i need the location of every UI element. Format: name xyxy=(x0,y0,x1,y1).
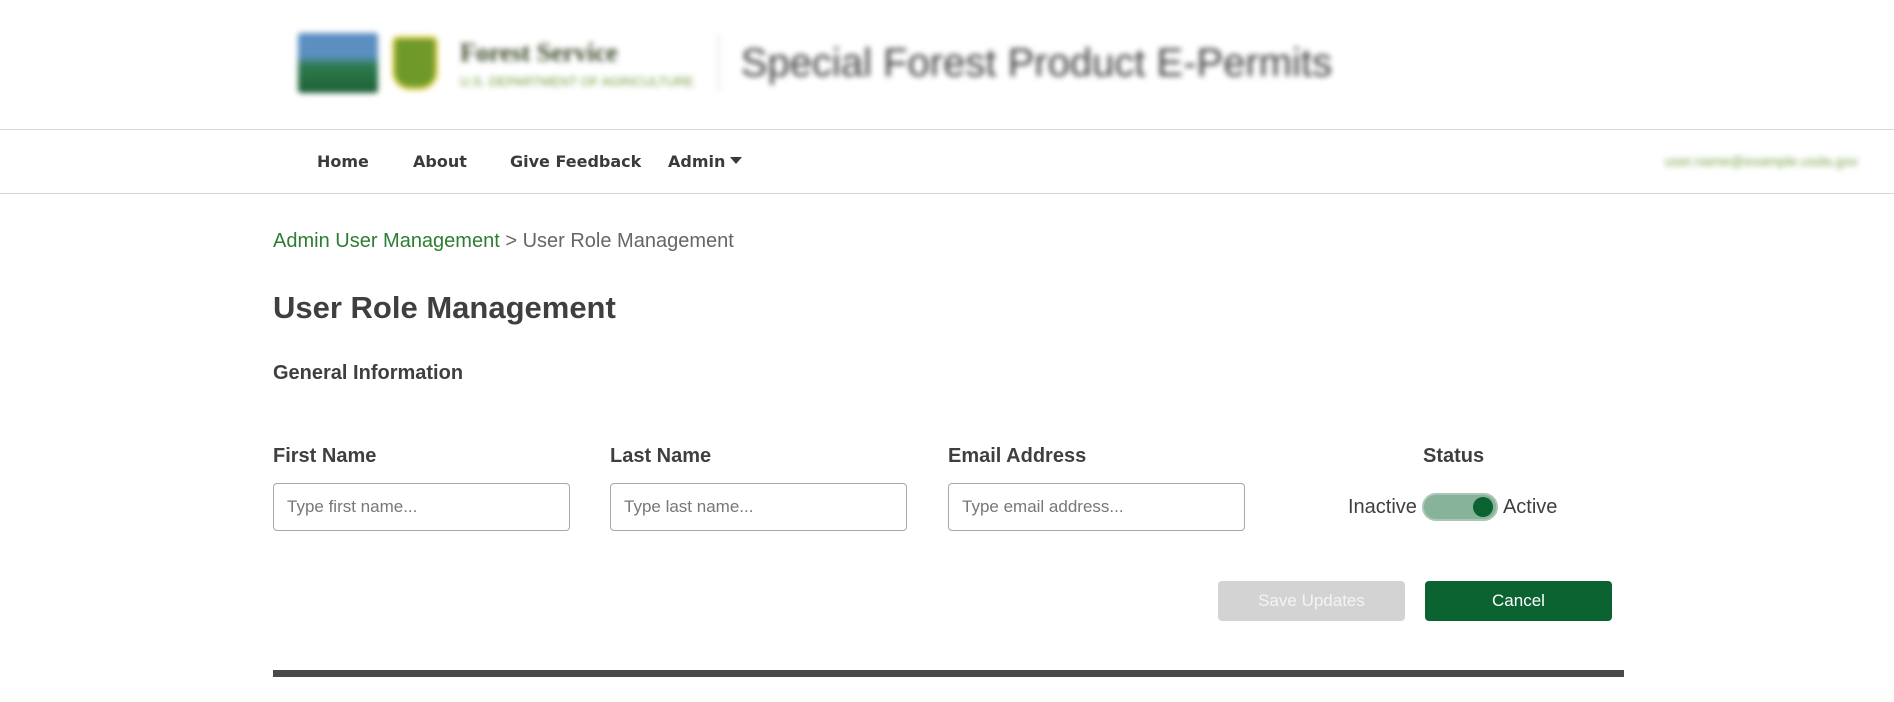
save-updates-button[interactable]: Save Updates xyxy=(1218,581,1405,621)
breadcrumb-separator: > xyxy=(499,230,523,252)
agency-logo-group[interactable]: Forest Service U.S. DEPARTMENT OF AGRICU… xyxy=(298,28,1332,98)
site-title: Special Forest Product E-Permits xyxy=(740,40,1333,85)
status-toggle-group: Inactive Active xyxy=(1348,491,1557,523)
usda-logo xyxy=(298,33,378,93)
breadcrumb-link-admin-user-management[interactable]: Admin User Management xyxy=(273,230,500,252)
site-header: Forest Service U.S. DEPARTMENT OF AGRICU… xyxy=(0,0,1894,130)
nav-item-about[interactable]: About xyxy=(413,130,467,193)
last-name-input[interactable] xyxy=(610,483,907,531)
last-name-label: Last Name xyxy=(610,445,712,467)
breadcrumb-current: User Role Management xyxy=(522,230,734,252)
user-account-link[interactable]: user.name@example.usda.gov xyxy=(1665,130,1858,193)
email-address-label: Email Address xyxy=(948,445,1087,467)
nav-item-admin-label: Admin xyxy=(668,152,726,171)
caret-down-icon xyxy=(730,157,743,164)
page-title: User Role Management xyxy=(273,290,616,325)
cancel-button[interactable]: Cancel xyxy=(1425,581,1612,621)
nav-item-home[interactable]: Home xyxy=(317,130,369,193)
status-inactive-label: Inactive xyxy=(1348,495,1417,518)
status-toggle-switch[interactable] xyxy=(1421,493,1498,521)
status-active-label: Active xyxy=(1502,495,1558,518)
email-address-input[interactable] xyxy=(948,483,1245,531)
agency-wordmark: Forest Service U.S. DEPARTMENT OF AGRICU… xyxy=(460,38,694,89)
first-name-input[interactable] xyxy=(273,483,570,531)
header-divider xyxy=(717,34,719,92)
section-title-general-information: General Information xyxy=(273,362,464,384)
main-navbar: Home About Give Feedback Admin user.name… xyxy=(0,130,1894,194)
section-divider xyxy=(273,670,1624,677)
agency-subtitle: U.S. DEPARTMENT OF AGRICULTURE xyxy=(460,73,694,89)
nav-item-admin[interactable]: Admin xyxy=(668,130,743,193)
status-label: Status xyxy=(1423,445,1485,467)
agency-name: Forest Service xyxy=(460,37,618,67)
forest-service-shield-logo xyxy=(392,36,438,90)
toggle-knob xyxy=(1472,497,1493,517)
first-name-label: First Name xyxy=(273,445,377,467)
breadcrumb: Admin User Management > User Role Manage… xyxy=(273,230,734,253)
nav-item-give-feedback[interactable]: Give Feedback xyxy=(510,130,641,193)
